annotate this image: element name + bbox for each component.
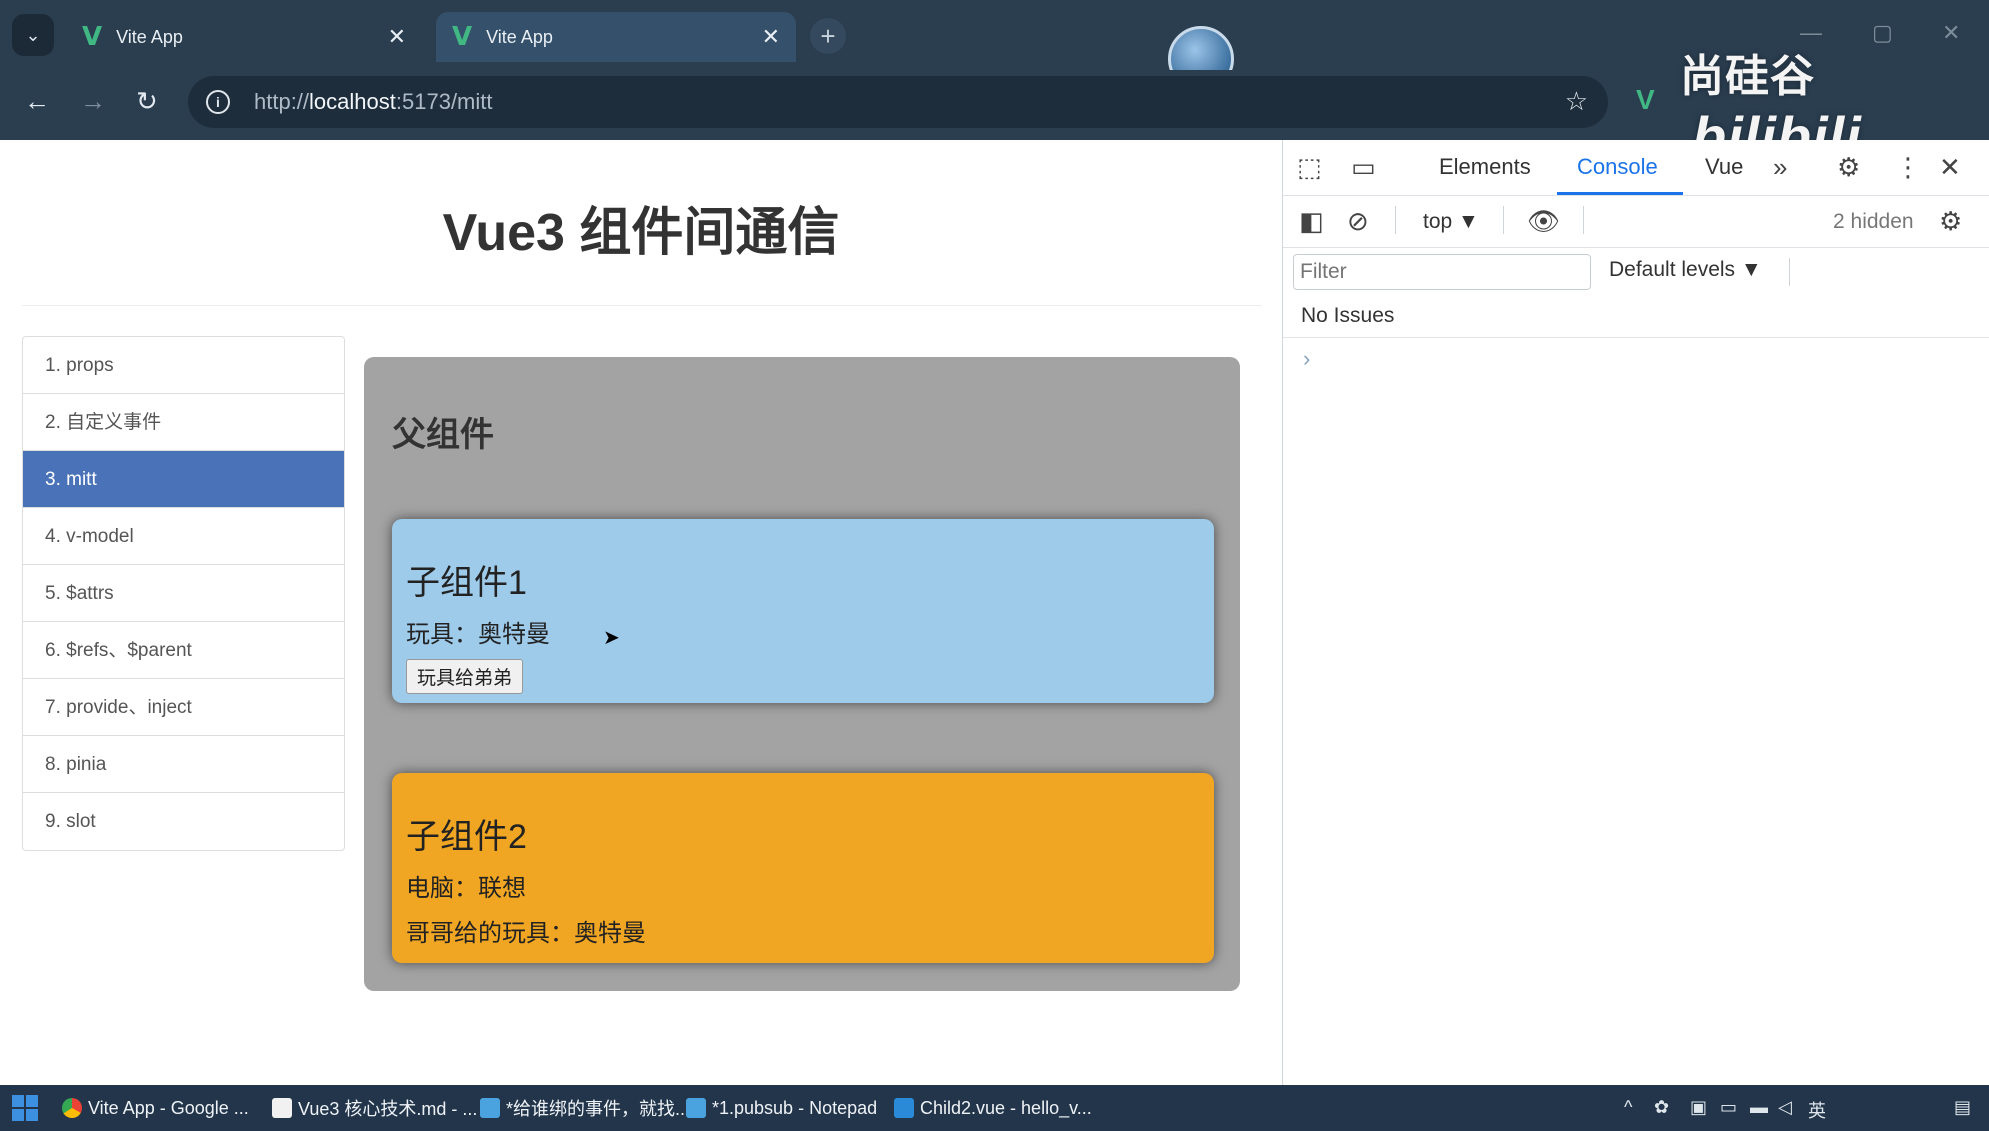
taskbar-label: Vue3 核心技术.md - ... [298,1099,478,1119]
console-toolbar: ◧ ⊘ top ▼ 👁 2 hidden ⚙ [1283,196,1989,248]
vite-favicon-icon: V [452,22,473,52]
page-viewport: Vue3 组件间通信 1. props 2. 自定义事件 3. mitt 4. … [0,140,1282,1085]
nav-item-props[interactable]: 1. props [23,337,344,394]
taskbar-item-chrome[interactable]: Vite App - Google ... [62,1085,249,1131]
new-tab-button[interactable]: + [810,18,846,54]
devtools-panel: ⬚ ▭ Elements Console Vue » ⚙ ⋮ ✕ ◧ ⊘ top… [1282,140,1989,1085]
console-settings-gear-icon[interactable]: ⚙ [1939,206,1962,237]
forward-icon[interactable]: → [80,86,106,117]
document-icon [272,1098,292,1118]
father-component: 父组件 子组件1 玩具：奥特曼 玩具给弟弟 子组件2 电脑：联想 哥哥给的玩具：… [364,357,1240,991]
vscode-icon [894,1098,914,1118]
child1-title: 子组件1 [406,564,527,602]
taskbar-item-notepad-2[interactable]: *1.pubsub - Notepad [686,1085,877,1131]
tray-monitor-icon[interactable]: ▭ [1720,1097,1737,1118]
bookmark-star-icon[interactable]: ☆ [1565,86,1588,117]
tray-battery-icon[interactable]: ▬ [1750,1097,1768,1118]
tray-chevron-icon[interactable]: ^ [1624,1097,1632,1118]
tab-title: Vite App [116,26,183,47]
reload-icon[interactable]: ↻ [136,86,158,117]
volume-icon[interactable]: ◁ [1778,1097,1792,1118]
devtools-tab-bar: ⬚ ▭ Elements Console Vue » ⚙ ⋮ ✕ [1283,140,1989,196]
child2-component: 子组件2 电脑：联想 哥哥给的玩具：奥特曼 [392,773,1214,963]
device-toolbar-icon[interactable]: ▭ [1351,152,1376,183]
windows-start-icon[interactable] [12,1095,38,1121]
sidebar-toggle-icon[interactable]: ◧ [1299,206,1324,237]
child1-toy: 玩具：奥特曼 [406,621,550,648]
divider [22,305,1262,306]
url-text: http://localhost:5173/mitt [254,89,493,114]
tab-search-button[interactable]: ⌄ [12,14,54,56]
taskbar-item-notepad-1[interactable]: *给谁绑的事件，就找... [480,1085,690,1131]
vite-favicon-icon: V [82,22,103,52]
tray-network-icon[interactable]: ▣ [1690,1097,1707,1118]
separator [1789,258,1790,286]
nav-item-attrs[interactable]: 5. $attrs [23,565,344,622]
more-tabs-icon[interactable]: » [1773,152,1787,183]
taskbar-item-typora[interactable]: Vue3 核心技术.md - ... [272,1085,477,1131]
taskbar-item-vscode[interactable]: Child2.vue - hello_v... [894,1085,1092,1131]
notification-icon[interactable]: ▤ [1954,1097,1971,1118]
tab-title: Vite App [486,26,553,47]
vue-devtools-extension-icon[interactable]: V [1636,84,1655,116]
clear-console-icon[interactable]: ⊘ [1347,206,1369,237]
close-icon[interactable]: ✕ [1939,152,1961,183]
input-language-indicator[interactable]: 英 [1808,1097,1826,1123]
nav-item-custom-event[interactable]: 2. 自定义事件 [23,394,344,451]
taskbar-label: Child2.vue - hello_v... [920,1097,1092,1118]
separator [1395,206,1396,234]
os-taskbar: Vite App - Google ... Vue3 核心技术.md - ...… [0,1085,1989,1131]
browser-tab[interactable]: V Vite App ✕ [66,12,422,62]
console-prompt[interactable]: › [1283,338,1989,372]
tab-elements[interactable]: Elements [1439,154,1531,180]
tab-vue[interactable]: Vue [1705,154,1743,180]
context-selector[interactable]: top ▼ [1423,210,1479,234]
chevron-right-icon: › [1303,346,1311,371]
back-icon[interactable]: ← [24,86,50,117]
eye-icon[interactable]: 👁 [1527,206,1560,237]
chrome-icon [62,1098,82,1118]
issues-status: No Issues [1283,294,1989,338]
taskbar-label: *给谁绑的事件，就找... [506,1099,691,1119]
taskbar-label: *1.pubsub - Notepad [712,1097,878,1118]
url-field[interactable]: i http://localhost:5173/mitt ☆ [188,76,1608,128]
nav-item-v-model[interactable]: 4. v-model [23,508,344,565]
demo-nav: 1. props 2. 自定义事件 3. mitt 4. v-model 5. … [22,336,345,851]
father-title: 父组件 [392,416,494,454]
separator [1583,206,1584,234]
inspect-element-icon[interactable]: ⬚ [1297,152,1322,183]
nav-item-refs-parent[interactable]: 6. $refs、$parent [23,622,344,679]
close-icon[interactable]: ✕ [762,24,780,50]
notepad-icon [480,1098,500,1118]
close-icon[interactable]: ✕ [388,24,406,50]
gear-icon[interactable]: ⚙ [1837,152,1860,183]
site-info-icon[interactable]: i [206,90,230,114]
nav-item-slot[interactable]: 9. slot [23,793,344,850]
tab-console[interactable]: Console [1577,154,1658,180]
nav-item-provide-inject[interactable]: 7. provide、inject [23,679,344,736]
nav-item-mitt[interactable]: 3. mitt [23,451,344,508]
mouse-cursor-icon: ➤ [603,627,620,649]
give-toy-button[interactable]: 玩具给弟弟 [406,659,524,694]
browser-tab-active[interactable]: V Vite App ✕ [436,12,796,62]
filter-row: Default levels ▼ [1283,248,1989,294]
filter-input[interactable] [1293,254,1591,290]
child2-title: 子组件2 [406,818,527,856]
active-tab-indicator [1557,192,1683,195]
notepad-icon [686,1098,706,1118]
hidden-count: 2 hidden [1833,210,1914,233]
taskbar-label: Vite App - Google ... [88,1097,249,1118]
tray-app-icon[interactable]: ✿ [1654,1097,1669,1118]
separator [1503,206,1504,234]
nav-item-pinia[interactable]: 8. pinia [23,736,344,793]
page-title: Vue3 组件间通信 [442,204,840,262]
log-levels-dropdown[interactable]: Default levels ▼ [1609,258,1762,282]
child1-component: 子组件1 玩具：奥特曼 玩具给弟弟 [392,519,1214,703]
kebab-menu-icon[interactable]: ⋮ [1895,152,1921,183]
child2-gift: 哥哥给的玩具：奥特曼 [406,920,646,947]
child2-computer: 电脑：联想 [406,875,526,902]
